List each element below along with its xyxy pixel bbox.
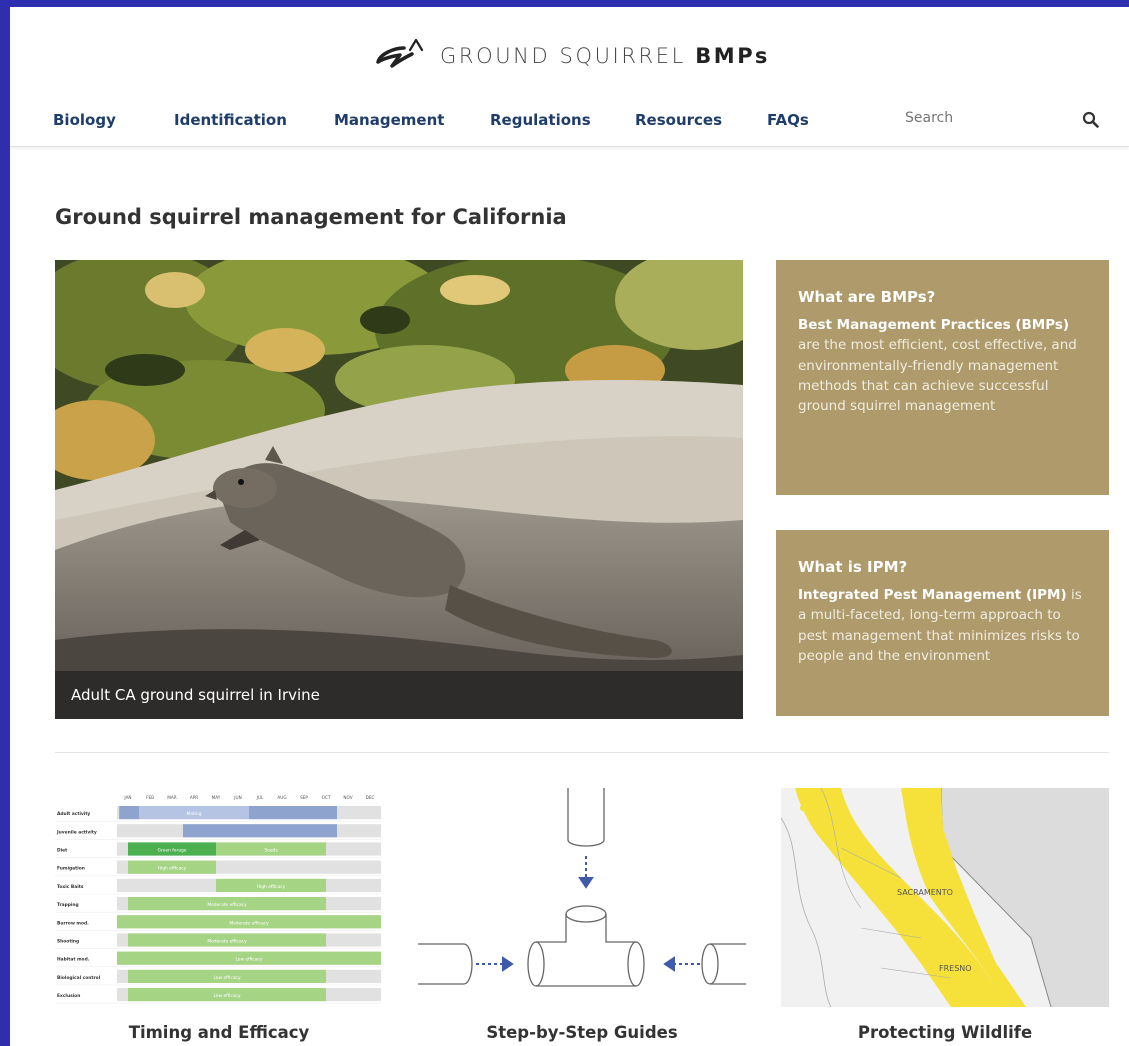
ipm-card-text: Integrated Pest Management (IPM) is a mu… bbox=[798, 587, 1082, 664]
hero-image: Adult CA ground squirrel in Irvine bbox=[55, 260, 743, 719]
month-header: JAN bbox=[123, 795, 131, 800]
california-range-map[interactable]: SACRAMENTO FRESNO bbox=[781, 788, 1109, 1007]
row-label: Diet bbox=[57, 848, 67, 854]
bmps-card: What are BMPs? Best Management Practices… bbox=[776, 260, 1109, 495]
bar-label: High efficacy bbox=[158, 866, 187, 872]
range-map-svg: SACRAMENTO FRESNO bbox=[781, 788, 1109, 1007]
month-header: AUG bbox=[277, 795, 286, 800]
squirrel-logo-icon bbox=[376, 38, 424, 68]
bar-label: Moderate efficacy bbox=[207, 902, 247, 908]
month-header: NOV bbox=[343, 795, 352, 800]
timing-bar bbox=[249, 806, 337, 820]
site-logo[interactable]: GROUND SQUIRREL BMPs bbox=[370, 32, 770, 80]
search-icon[interactable] bbox=[1082, 111, 1100, 129]
row-label: Biological control bbox=[57, 975, 101, 981]
squirrel-photo bbox=[55, 260, 743, 719]
ipm-card: What is IPM? Integrated Pest Management … bbox=[776, 530, 1109, 716]
bar-label: Low efficacy bbox=[213, 993, 241, 999]
timing-chart-svg: JAN FEB MAR APR MAY JUN JUL AUG SEP OCT NOV DEC Adul… bbox=[55, 795, 381, 1004]
row-label: Juvenile activity bbox=[56, 829, 97, 835]
feature-wildlife[interactable]: SACRAMENTO FRESNO Protecting Wildlife bbox=[781, 788, 1109, 1042]
month-header: SEP bbox=[300, 795, 308, 800]
feature-label-timing[interactable]: Timing and Efficacy bbox=[55, 1023, 383, 1042]
feature-timing[interactable]: JAN FEB MAR APR MAY JUN JUL AUG SEP OCT NOV DEC Adul… bbox=[55, 788, 383, 1042]
row-label: Shooting bbox=[57, 939, 79, 945]
bar-label: Low efficacy bbox=[213, 975, 241, 981]
month-header: DEC bbox=[366, 795, 375, 800]
browser-page: GROUND SQUIRREL BMPs Biology Identificat… bbox=[10, 7, 1129, 1046]
site-title: GROUND SQUIRREL BMPs bbox=[440, 44, 771, 68]
month-header: JUL bbox=[256, 795, 264, 800]
feature-label-guides[interactable]: Step-by-Step Guides bbox=[418, 1023, 746, 1042]
timing-bar bbox=[183, 824, 337, 838]
pipe-diagram-svg bbox=[418, 788, 746, 987]
section-divider bbox=[55, 752, 1109, 753]
nav-regulations[interactable]: Regulations bbox=[490, 111, 591, 129]
nav-identification[interactable]: Identification bbox=[174, 111, 287, 129]
month-header: OCT bbox=[322, 795, 331, 800]
month-header: FEB bbox=[146, 795, 154, 800]
row-label: Exclusion bbox=[57, 993, 80, 999]
page-title: Ground squirrel management for Californi… bbox=[55, 205, 567, 229]
bar-label: Moderate efficacy bbox=[229, 920, 269, 926]
month-header: APR bbox=[190, 795, 198, 800]
bar-label: Moderate efficacy bbox=[207, 939, 247, 945]
month-header: MAY bbox=[212, 795, 221, 800]
main-nav: Biology Identification Management Regula… bbox=[10, 103, 1129, 147]
row-label: Trapping bbox=[57, 902, 79, 908]
nav-biology[interactable]: Biology bbox=[53, 111, 116, 129]
nav-resources[interactable]: Resources bbox=[635, 111, 722, 129]
row-label: Fumigation bbox=[57, 866, 85, 872]
bar-label: Mating bbox=[187, 811, 202, 817]
feature-label-wildlife[interactable]: Protecting Wildlife bbox=[781, 1023, 1109, 1042]
map-label-fresno: FRESNO bbox=[939, 964, 972, 973]
bar-label: Low efficacy bbox=[235, 957, 263, 963]
nav-management[interactable]: Management bbox=[334, 111, 444, 129]
nav-faqs[interactable]: FAQs bbox=[767, 111, 809, 129]
bar-label: High efficacy bbox=[257, 884, 286, 890]
pipe-fitting-diagram[interactable] bbox=[418, 788, 746, 1007]
month-header: JUN bbox=[233, 795, 241, 800]
timing-chart-thumbnail[interactable]: JAN FEB MAR APR MAY JUN JUL AUG SEP OCT NOV DEC Adul… bbox=[55, 788, 383, 1007]
hero-caption: Adult CA ground squirrel in Irvine bbox=[55, 671, 743, 719]
search-input[interactable] bbox=[905, 110, 1035, 126]
bar-label: Seeds bbox=[264, 848, 278, 854]
bmps-card-title: What are BMPs? bbox=[798, 288, 936, 306]
timing-bar bbox=[119, 806, 139, 820]
ipm-card-title: What is IPM? bbox=[798, 558, 908, 576]
bmps-card-text: Best Management Practices (BMPs) are the… bbox=[798, 317, 1077, 415]
row-label: Habitat mod. bbox=[57, 957, 90, 963]
row-label: Toxic Baits bbox=[57, 884, 84, 890]
row-label: Burrow mod. bbox=[57, 920, 89, 926]
bar-label: Green forage bbox=[158, 848, 187, 854]
month-header: MAR bbox=[167, 795, 176, 800]
row-label: Adult activity bbox=[57, 811, 90, 817]
map-label-sacramento: SACRAMENTO bbox=[897, 888, 953, 897]
feature-guides[interactable]: Step-by-Step Guides bbox=[418, 788, 746, 1042]
